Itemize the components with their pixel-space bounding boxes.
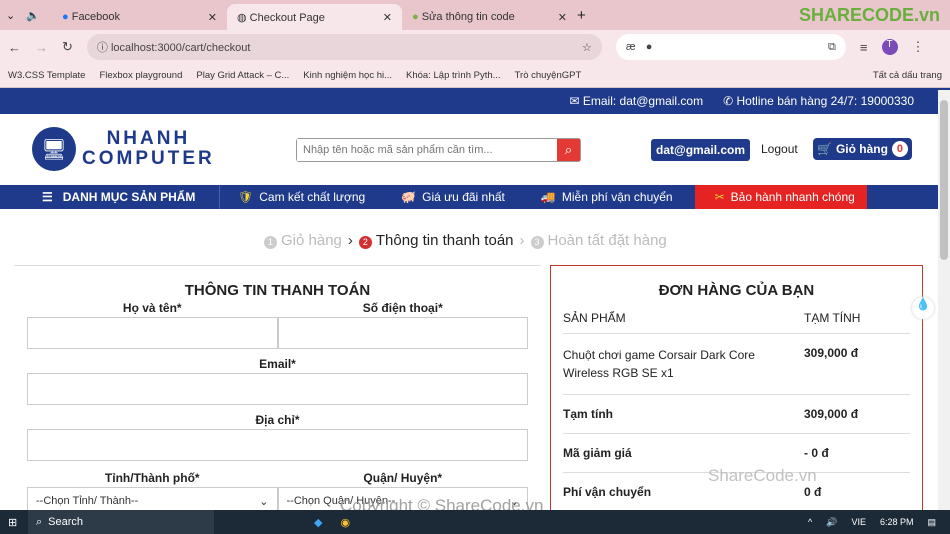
email-field[interactable] [27, 373, 528, 405]
reload-icon[interactable]: ↻ [62, 39, 73, 55]
truck-icon: 🚚 [540, 190, 556, 204]
tab-search-icon[interactable]: ⌄ [6, 9, 26, 22]
close-icon[interactable]: ✕ [208, 11, 217, 24]
tab-facebook[interactable]: ● Facebook ✕ [52, 4, 227, 30]
hamburger-icon: ☰ [42, 190, 53, 204]
category-menu[interactable]: ☰ DANH MỤC SẢN PHẨM [0, 185, 220, 209]
bookmark[interactable]: Kinh nghiệm học hi... [303, 70, 392, 81]
tab-checkout[interactable]: ◍ Checkout Page ✕ [227, 4, 402, 30]
forward-icon[interactable]: → [35, 40, 48, 55]
close-icon[interactable]: ✕ [558, 11, 567, 24]
tab-strip: ⌄ 🔈 ● Facebook ✕ ◍ Checkout Page ✕ ● Sửa t… [0, 0, 950, 30]
sharecode-logo: SHARECODE.vn [798, 4, 940, 25]
page-scrollbar[interactable] [938, 90, 950, 510]
info-icon: ⓘ [96, 42, 108, 54]
subtotal-row: Tạm tính 309,000 đ [563, 395, 910, 434]
menu-icon[interactable]: ⋮ [912, 39, 925, 55]
assistant-drop-icon[interactable]: 💧 [912, 297, 934, 319]
shield-check-icon: 🛡 [238, 190, 254, 204]
browser-toolbar: ← → ↻ ⓘ localhost:3000/cart/checkout ☆ æ ●… [0, 30, 950, 64]
step-payment-info: 2 Thông tin thanh toán [358, 232, 514, 249]
billing-form: THÔNG TIN THANH TOÁN Họ và tên* Số điện … [14, 265, 541, 515]
vscode-icon[interactable]: ◆ [314, 516, 322, 529]
extension-icon[interactable]: æ [626, 41, 636, 53]
phone-field[interactable] [277, 317, 528, 349]
bookmark[interactable]: Play Grid Attack – C... [196, 70, 289, 81]
extension-icon[interactable]: ● [646, 41, 653, 53]
cart-button[interactable]: 🛒 Giỏ hàng 0 [813, 138, 912, 160]
name-field[interactable] [27, 317, 278, 349]
hotline-info: ✆ Hotline bán hàng 24/7: 19000330 [723, 94, 914, 108]
order-item: Chuột chơi game Corsair Dark Core Wirele… [563, 334, 910, 395]
globe-icon: ◍ [237, 11, 247, 24]
search-icon: ⌕ [564, 142, 573, 157]
address-field[interactable] [27, 429, 528, 461]
windows-taskbar: ⊞ ⌕ Search ◆ ◉ ^ 🔊 VIE 6:28 PM ▤ [0, 510, 950, 534]
step-cart[interactable]: 1 Giỏ hàng [264, 232, 342, 249]
leaf-icon: ● [412, 11, 419, 23]
tools-icon: ✂ [714, 190, 725, 204]
mail-icon: ✉ [569, 94, 580, 108]
order-title: ĐƠN HÀNG CỦA BẠN [658, 282, 815, 299]
chevron-right-icon: › [347, 232, 353, 249]
media-icon[interactable]: ≡ [860, 40, 868, 55]
scrollbar-thumb[interactable] [940, 100, 948, 260]
search-icon: ⌕ [36, 515, 43, 528]
new-tab-button[interactable]: + [577, 7, 586, 24]
address-bar[interactable]: ⓘ localhost:3000/cart/checkout ☆ [86, 34, 602, 60]
step-complete: 3 Hoàn tất đặt hàng [530, 232, 667, 249]
watermark: ShareCode.vn [708, 466, 817, 485]
close-icon[interactable]: ✕ [383, 11, 392, 24]
extensions-bar: æ ● ⧉ [615, 34, 846, 60]
cart-count-badge: 0 [891, 141, 908, 157]
chrome-icon[interactable]: ◉ [340, 516, 350, 529]
star-icon[interactable]: ☆ [582, 41, 592, 54]
search-input[interactable] [297, 139, 557, 161]
user-account-button[interactable]: dat@gmail.com [651, 139, 751, 161]
bookmark[interactable]: Flexbox playground [99, 70, 182, 81]
nav-price[interactable]: 🐖 Giá ưu đãi nhất [383, 185, 523, 209]
site-logo[interactable]: 🖥 NHANH COMPUTER [32, 127, 215, 171]
all-bookmarks[interactable]: Tất cả dấu trang [873, 70, 942, 81]
nav-shipping[interactable]: 🚚 Miễn phí vận chuyển [523, 185, 691, 209]
main-nav: ☰ DANH MỤC SẢN PHẨM 🛡 Cam kết chất lượng 🐖… [0, 185, 950, 209]
email-info: ✉ Email: dat@gmail.com [569, 94, 704, 108]
avatar[interactable]: T [881, 39, 898, 55]
billing-title: THÔNG TIN THANH TOÁN [184, 282, 371, 299]
search-button[interactable]: ⌕ [557, 139, 580, 161]
windows-start-icon[interactable]: ⊞ [8, 516, 17, 529]
checkout-steps: 1 Giỏ hàng › 2 Thông tin thanh toán › 3 Hoà… [264, 232, 667, 249]
search-box: ⌕ [296, 138, 581, 162]
bookmark[interactable]: W3.CSS Template [8, 70, 85, 81]
back-icon[interactable]: ← [8, 40, 21, 55]
chevron-right-icon: › [519, 232, 525, 249]
facebook-icon: ● [62, 11, 69, 23]
nav-quality[interactable]: 🛡 Cam kết chất lượng [220, 185, 383, 209]
piggy-bank-icon: 🐖 [401, 190, 417, 204]
taskbar-search[interactable]: ⌕ Search [28, 510, 214, 534]
system-tray: ^ 🔊 VIE 6:28 PM ▤ [807, 516, 936, 528]
cart-icon: 🛒 [817, 142, 832, 156]
bookmarks-bar: W3.CSS Template Flexbox playground Play … [0, 64, 950, 88]
volume-icon[interactable]: 🔊 [826, 517, 837, 528]
puzzle-icon[interactable]: ⧉ [828, 41, 836, 54]
top-info-bar: ✉ Email: dat@gmail.com ✆ Hotline bán hàn… [0, 88, 950, 114]
chevron-up-icon[interactable]: ^ [808, 517, 812, 528]
speaker-icon[interactable]: 🔈 [26, 9, 52, 22]
nav-warranty[interactable]: ✂ Bảo hành nhanh chóng [694, 185, 867, 209]
notification-icon[interactable]: ▤ [927, 517, 936, 528]
phone-icon: ✆ [723, 94, 734, 108]
logout-link[interactable]: Logout [761, 142, 798, 156]
bookmark[interactable]: Trò chuyệnGPT [515, 70, 582, 81]
tab-sua-code[interactable]: ● Sửa thông tin code ✕ [402, 4, 577, 30]
computer-icon: 🖥 [32, 127, 76, 171]
site-header: 🖥 NHANHCOMPUTER ⌕ dat@gmail.com Logout 🛒… [0, 114, 950, 185]
chevron-down-icon: ⌄ [259, 495, 269, 508]
bookmark[interactable]: Khóa: Lập trình Pyth... [406, 70, 501, 81]
